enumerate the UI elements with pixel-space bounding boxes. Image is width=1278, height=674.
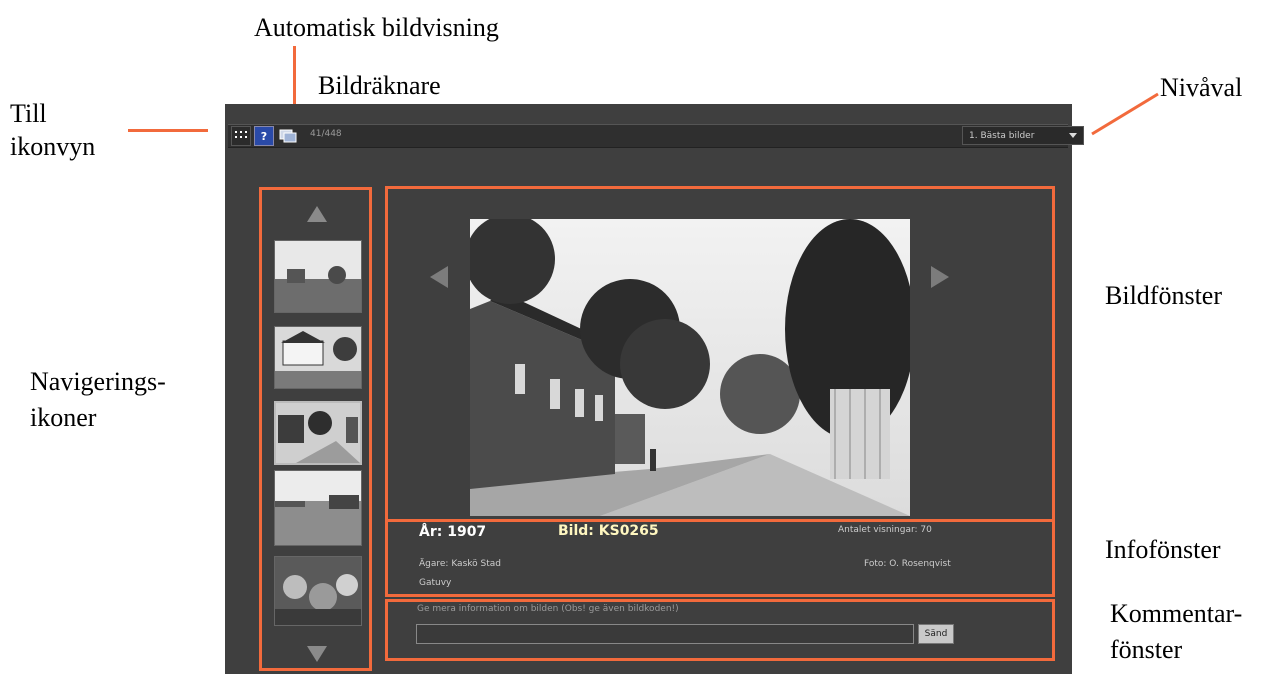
thumbnail-image <box>276 403 360 463</box>
thumbnail-3-selected[interactable] <box>274 401 362 465</box>
chevron-down-icon <box>1069 133 1077 138</box>
image-counter: 41/448 <box>310 129 342 139</box>
scroll-down-button[interactable] <box>306 645 328 663</box>
annotation-comment-window-line1: Kommentar- <box>1110 599 1243 628</box>
help-button[interactable]: ? <box>254 126 274 146</box>
annotation-comment-window-line2: fönster <box>1110 635 1183 664</box>
thumbnail-2[interactable] <box>274 326 362 389</box>
slideshow-button[interactable] <box>279 126 297 144</box>
photographer-label: Foto: O. Rosenqvist <box>864 559 951 569</box>
annotation-to-icon-view-line1: Till <box>10 99 47 128</box>
annotation-to-icon-view-line2: ikonvyn <box>10 132 96 161</box>
thumbnail-image <box>275 327 361 388</box>
annotation-auto-show: Automatisk bildvisning <box>254 13 499 42</box>
triangle-down-icon <box>307 646 327 662</box>
subject-label: Gatuvy <box>419 578 452 588</box>
main-photo <box>470 219 910 516</box>
slideshow-icon <box>279 129 297 143</box>
thumbnail-image <box>275 557 361 625</box>
owner-label: Ägare: Kaskö Stad <box>419 559 501 569</box>
thumbnail-image <box>275 241 361 312</box>
arrow-left-icon <box>430 266 448 288</box>
annotation-level: Nivåval <box>1160 73 1243 102</box>
level-select-value: 1. Bästa bilder <box>969 130 1035 141</box>
annotation-info-window: Infofönster <box>1105 535 1221 564</box>
annotation-nav-icons-line1: Navigerings- <box>30 367 166 396</box>
thumbnail-5[interactable] <box>274 556 362 626</box>
pointer-line-level <box>1091 92 1159 136</box>
image-code-label: Bild: KS0265 <box>558 523 659 539</box>
thumbnail-image <box>275 471 361 545</box>
thumbnail-1[interactable] <box>274 240 362 313</box>
send-button[interactable]: Sänd <box>918 624 954 644</box>
annotation-counter: Bildräknare <box>318 71 441 100</box>
comment-input[interactable] <box>416 624 914 644</box>
scroll-up-button[interactable] <box>306 205 328 223</box>
annotation-image-window: Bildfönster <box>1105 281 1222 310</box>
help-icon: ? <box>260 129 268 143</box>
pointer-line-icon-view <box>128 129 208 132</box>
year-label: År: 1907 <box>419 524 487 540</box>
annotation-nav-icons-line2: ikoner <box>30 403 97 432</box>
main-photo-image <box>470 219 910 516</box>
triangle-up-icon <box>307 206 327 222</box>
icon-view-button[interactable] <box>231 126 251 146</box>
toolbar <box>228 124 1068 148</box>
previous-image-button[interactable] <box>429 265 449 289</box>
arrow-right-icon <box>931 266 949 288</box>
level-select[interactable]: 1. Bästa bilder <box>962 126 1084 145</box>
view-count-label: Antalet visningar: 70 <box>838 525 932 535</box>
thumbnail-4[interactable] <box>274 470 362 546</box>
comment-prompt: Ge mera information om bilden (Obs! ge ä… <box>417 604 679 614</box>
grid-icon <box>235 131 247 138</box>
next-image-button[interactable] <box>930 265 950 289</box>
